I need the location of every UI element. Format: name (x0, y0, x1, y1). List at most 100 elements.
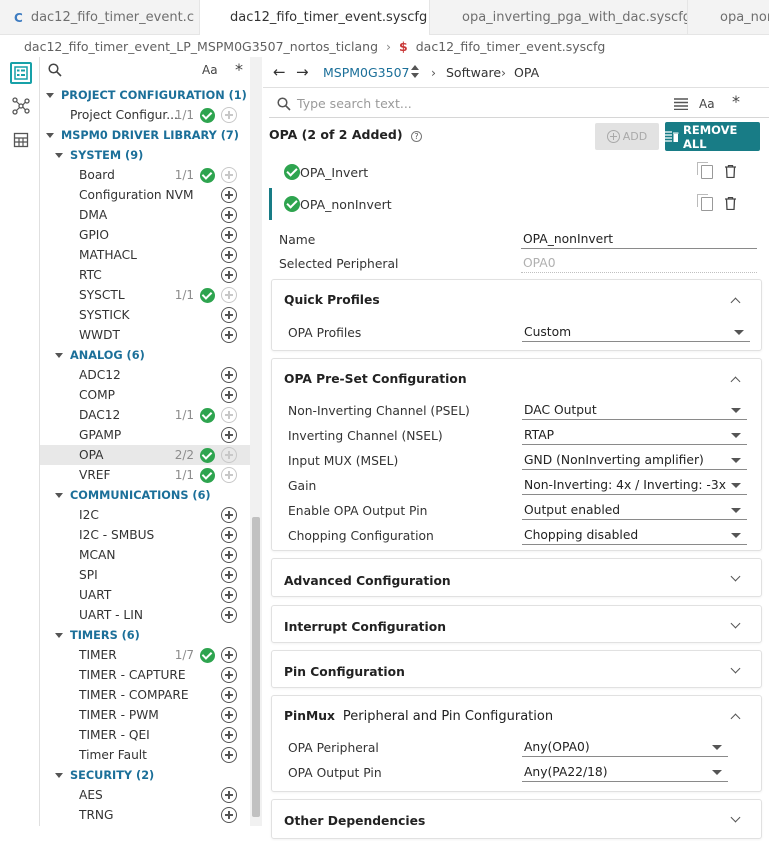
section-title[interactable]: PinMux Peripheral and Pin Configuration (284, 696, 553, 736)
sort-updown-icon[interactable] (411, 65, 419, 78)
add-circle-icon[interactable] (221, 407, 237, 423)
filter-list-icon[interactable] (674, 98, 688, 110)
sidebar-item[interactable]: Configuration NVM (40, 185, 250, 205)
configuration-view-icon[interactable] (10, 62, 32, 84)
nav-crumb-software[interactable]: Software (446, 65, 501, 80)
sidebar-item[interactable]: AES (40, 785, 250, 805)
sidebar-item[interactable]: TIMER - PWM (40, 705, 250, 725)
match-case-icon[interactable]: Aa (202, 63, 218, 77)
opa-peripheral-select[interactable]: Any(OPA0) (522, 737, 728, 757)
chevron-down-icon[interactable] (730, 663, 741, 674)
sidebar-search[interactable]: Aa * (40, 57, 262, 85)
add-circle-icon[interactable] (221, 687, 237, 703)
add-circle-icon[interactable] (221, 247, 237, 263)
sidebar-item[interactable]: WWDT (40, 325, 250, 345)
sidebar-item[interactable]: Timer Fault (40, 745, 250, 765)
config-select[interactable]: Chopping disabled (522, 525, 747, 545)
sidebar-item[interactable]: TIMER - QEI (40, 725, 250, 745)
section-title[interactable]: Quick Profiles (284, 280, 380, 320)
tab-c-file[interactable]: C dac12_fifo_timer_event.c (0, 0, 200, 35)
sidebar-category[interactable]: MSPM0 DRIVER LIBRARY (7) (40, 125, 250, 145)
add-circle-icon[interactable] (221, 587, 237, 603)
sidebar-category[interactable]: ANALOG (6) (40, 345, 250, 365)
expand-arrow-icon[interactable] (55, 493, 63, 498)
sidebar-scrollbar-thumb[interactable] (252, 517, 260, 817)
sidebar-item[interactable]: TIMER - COMPARE (40, 685, 250, 705)
sidebar-item[interactable]: OPA 2/2 (40, 445, 250, 465)
add-circle-icon[interactable] (221, 327, 237, 343)
expand-arrow-icon[interactable] (55, 773, 63, 778)
device-selector[interactable]: MSPM0G3507 (323, 65, 410, 80)
config-select[interactable]: DAC Output (522, 400, 747, 420)
add-circle-icon[interactable] (221, 547, 237, 563)
sidebar-item[interactable]: MCAN (40, 545, 250, 565)
add-circle-icon[interactable] (221, 307, 237, 323)
sidebar-item[interactable]: COMP (40, 385, 250, 405)
sidebar-item[interactable]: ADC12 (40, 365, 250, 385)
chevron-down-icon[interactable] (730, 812, 741, 823)
sidebar-item[interactable]: UART (40, 585, 250, 605)
add-circle-icon[interactable] (221, 607, 237, 623)
sidebar-item[interactable]: TIMER 1/7 (40, 645, 250, 665)
sidebar-item[interactable]: RTC (40, 265, 250, 285)
sidebar-category[interactable]: PROJECT CONFIGURATION (1) (40, 85, 250, 105)
section-title[interactable]: OPA Pre-Set Configuration (284, 359, 467, 399)
chevron-up-icon[interactable] (730, 713, 741, 724)
tab-opa-inverting[interactable]: opa_inverting_pga_with_dac.syscfg (430, 0, 688, 35)
add-button[interactable]: ADD (595, 123, 659, 150)
add-circle-icon[interactable] (221, 707, 237, 723)
sidebar-category[interactable]: COMMUNICATIONS (6) (40, 485, 250, 505)
match-case-icon[interactable]: Aa (699, 97, 715, 111)
module-search-bar[interactable]: Type search text... Aa * (269, 90, 769, 118)
opa-output-pin-select[interactable]: Any(PA22/18) (522, 762, 728, 782)
pin-configuration-section[interactable]: Pin Configuration (271, 650, 762, 688)
other-dependencies-section[interactable]: Other Dependencies (271, 799, 762, 839)
sidebar-item[interactable]: TRNG (40, 805, 250, 825)
sidebar-item[interactable]: I2C (40, 505, 250, 525)
sidebar-item[interactable]: MATHACL (40, 245, 250, 265)
add-circle-icon[interactable] (221, 387, 237, 403)
help-icon[interactable]: ? (410, 131, 422, 142)
sidebar-category[interactable]: SECURITY (2) (40, 765, 250, 785)
tab-opa-non[interactable]: opa_non (688, 0, 769, 35)
add-circle-icon[interactable] (221, 747, 237, 763)
expand-arrow-icon[interactable] (46, 133, 54, 138)
add-circle-icon[interactable] (221, 167, 237, 183)
add-circle-icon[interactable] (221, 507, 237, 523)
regex-icon[interactable]: * (235, 60, 243, 79)
expand-arrow-icon[interactable] (55, 633, 63, 638)
sidebar-item[interactable]: SPI (40, 565, 250, 585)
calculator-icon[interactable] (10, 129, 32, 151)
expand-arrow-icon[interactable] (55, 353, 63, 358)
breadcrumb-file[interactable]: dac12_fifo_timer_event.syscfg (416, 39, 606, 54)
name-input[interactable]: OPA_nonInvert (521, 229, 757, 249)
add-circle-icon[interactable] (221, 787, 237, 803)
remove-all-button[interactable]: REMOVE ALL (665, 122, 760, 151)
add-circle-icon[interactable] (221, 527, 237, 543)
add-circle-icon[interactable] (221, 807, 237, 823)
add-circle-icon[interactable] (221, 647, 237, 663)
sidebar-item[interactable]: Board 1/1 (40, 165, 250, 185)
add-circle-icon[interactable] (221, 667, 237, 683)
sidebar-item[interactable]: I2C - SMBUS (40, 525, 250, 545)
expand-arrow-icon[interactable] (55, 153, 63, 158)
regex-icon[interactable]: * (732, 92, 740, 111)
sidebar-item[interactable]: SYSCTL 1/1 (40, 285, 250, 305)
chevron-up-icon[interactable] (730, 297, 741, 308)
sidebar-item[interactable]: DMA (40, 205, 250, 225)
trash-icon[interactable] (725, 197, 736, 210)
trash-icon[interactable] (725, 165, 736, 178)
network-graph-icon[interactable] (10, 95, 32, 117)
add-circle-icon[interactable] (221, 567, 237, 583)
add-circle-icon[interactable] (221, 447, 237, 463)
back-arrow-icon[interactable]: ← (273, 63, 286, 81)
chevron-down-icon[interactable] (730, 571, 741, 582)
sidebar-item[interactable]: DAC12 1/1 (40, 405, 250, 425)
chevron-down-icon[interactable] (730, 618, 741, 629)
add-circle-icon[interactable] (221, 427, 237, 443)
add-circle-icon[interactable] (221, 227, 237, 243)
forward-arrow-icon[interactable]: → (296, 63, 309, 81)
sidebar-category[interactable]: TIMERS (6) (40, 625, 250, 645)
config-select[interactable]: Output enabled (522, 500, 747, 520)
expand-arrow-icon[interactable] (46, 93, 54, 98)
